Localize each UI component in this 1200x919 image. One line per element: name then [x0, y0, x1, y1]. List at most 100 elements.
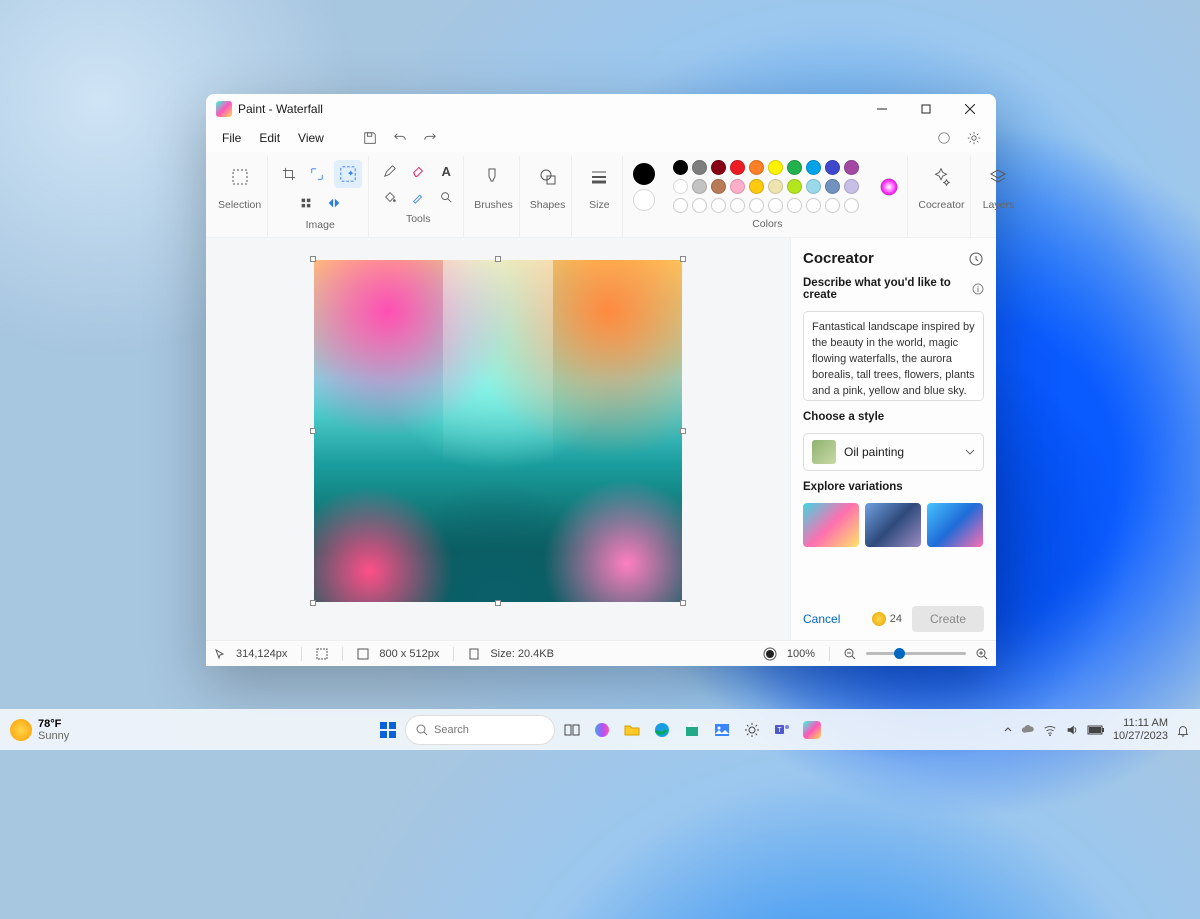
- crop-tool[interactable]: [278, 163, 300, 185]
- color-picker-tool[interactable]: [407, 186, 429, 208]
- variation-thumb[interactable]: [927, 503, 983, 547]
- copilot-icon[interactable]: [930, 124, 958, 152]
- resize-handle[interactable]: [680, 256, 686, 262]
- color-swatch[interactable]: [806, 198, 821, 213]
- taskbar[interactable]: 78°F Sunny Search T 11:11 AM 10/27/2023: [0, 709, 1200, 750]
- resize-handle[interactable]: [495, 256, 501, 262]
- explorer-icon[interactable]: [619, 717, 645, 743]
- select-tool[interactable]: [223, 160, 257, 194]
- undo-icon[interactable]: [386, 124, 414, 152]
- resize-handle[interactable]: [310, 428, 316, 434]
- color-swatch[interactable]: [730, 160, 745, 175]
- window-close-button[interactable]: [948, 94, 992, 124]
- color-swatch[interactable]: [806, 160, 821, 175]
- canvas-pane[interactable]: [206, 238, 790, 640]
- taskview-icon[interactable]: [559, 717, 585, 743]
- create-button[interactable]: Create: [912, 606, 984, 632]
- flip-tool[interactable]: [323, 192, 345, 214]
- resize-handle[interactable]: [310, 600, 316, 606]
- wifi-icon[interactable]: [1043, 723, 1057, 737]
- taskbar-search[interactable]: Search: [405, 715, 555, 745]
- magnifier-tool[interactable]: [435, 186, 457, 208]
- prompt-input[interactable]: [803, 311, 984, 401]
- color-swatch[interactable]: [768, 179, 783, 194]
- resize-handle[interactable]: [495, 600, 501, 606]
- menu-view[interactable]: View: [290, 127, 332, 149]
- color-swatch[interactable]: [673, 198, 688, 213]
- color-secondary[interactable]: [633, 189, 655, 211]
- variation-thumb[interactable]: [803, 503, 859, 547]
- shapes-tool[interactable]: [531, 160, 565, 194]
- window-maximize-button[interactable]: [904, 94, 948, 124]
- battery-icon[interactable]: [1087, 724, 1105, 736]
- copilot-taskbar-icon[interactable]: [589, 717, 615, 743]
- color-swatch[interactable]: [825, 160, 840, 175]
- color-swatch[interactable]: [711, 179, 726, 194]
- paint-taskbar-icon[interactable]: [799, 717, 825, 743]
- color-swatch[interactable]: [730, 198, 745, 213]
- settings-taskbar-icon[interactable]: [739, 717, 765, 743]
- history-icon[interactable]: [968, 251, 984, 267]
- color-swatch[interactable]: [711, 198, 726, 213]
- text-tool[interactable]: A: [435, 160, 457, 182]
- color-swatch[interactable]: [749, 198, 764, 213]
- zoom-slider[interactable]: [866, 652, 966, 655]
- color-swatch[interactable]: [692, 160, 707, 175]
- canvas-image[interactable]: [314, 260, 682, 602]
- start-button[interactable]: [375, 717, 401, 743]
- cancel-button[interactable]: Cancel: [803, 612, 840, 626]
- color-swatch[interactable]: [749, 160, 764, 175]
- color-swatch[interactable]: [806, 179, 821, 194]
- taskbar-weather[interactable]: 78°F Sunny: [10, 718, 69, 742]
- brushes-tool[interactable]: [476, 160, 510, 194]
- image-generate-tool[interactable]: [334, 160, 362, 188]
- photos-icon[interactable]: [709, 717, 735, 743]
- zoom-in-icon[interactable]: [976, 648, 988, 660]
- size-tool[interactable]: [582, 160, 616, 194]
- color-swatch[interactable]: [673, 179, 688, 194]
- variation-thumb[interactable]: [865, 503, 921, 547]
- color-swatch[interactable]: [844, 198, 859, 213]
- menu-edit[interactable]: Edit: [251, 127, 288, 149]
- settings-icon[interactable]: [960, 124, 988, 152]
- edit-colors-button[interactable]: [877, 175, 901, 199]
- color-swatch[interactable]: [844, 179, 859, 194]
- layers-button[interactable]: [981, 160, 1015, 194]
- edge-icon[interactable]: [649, 717, 675, 743]
- cocreator-button[interactable]: [924, 160, 958, 194]
- info-icon[interactable]: i: [972, 283, 984, 295]
- volume-icon[interactable]: [1065, 723, 1079, 737]
- rotate-tool[interactable]: [295, 192, 317, 214]
- color-swatch[interactable]: [825, 179, 840, 194]
- fill-tool[interactable]: [379, 186, 401, 208]
- style-select[interactable]: Oil painting: [803, 433, 984, 471]
- resize-handle[interactable]: [680, 600, 686, 606]
- color-swatch[interactable]: [787, 179, 802, 194]
- tray-chevron-icon[interactable]: [1003, 725, 1013, 735]
- color-swatch[interactable]: [787, 160, 802, 175]
- color-swatch[interactable]: [692, 198, 707, 213]
- store-icon[interactable]: [679, 717, 705, 743]
- resize-handle[interactable]: [680, 428, 686, 434]
- save-icon[interactable]: [356, 124, 384, 152]
- color-swatch[interactable]: [673, 160, 688, 175]
- system-tray[interactable]: 11:11 AM 10/27/2023: [1003, 717, 1190, 741]
- color-swatch[interactable]: [844, 160, 859, 175]
- color-swatch[interactable]: [787, 198, 802, 213]
- titlebar[interactable]: Paint - Waterfall: [206, 94, 996, 124]
- color-swatch[interactable]: [692, 179, 707, 194]
- color-swatch[interactable]: [768, 198, 783, 213]
- color-primary[interactable]: [633, 163, 655, 185]
- color-swatch[interactable]: [825, 198, 840, 213]
- color-swatch[interactable]: [768, 160, 783, 175]
- onedrive-icon[interactable]: [1021, 723, 1035, 737]
- menu-file[interactable]: File: [214, 127, 249, 149]
- window-minimize-button[interactable]: [860, 94, 904, 124]
- notifications-icon[interactable]: [1176, 723, 1190, 737]
- zoom-slider-knob[interactable]: [894, 648, 905, 659]
- redo-icon[interactable]: [416, 124, 444, 152]
- pencil-tool[interactable]: [379, 160, 401, 182]
- taskbar-clock[interactable]: 11:11 AM 10/27/2023: [1113, 717, 1168, 741]
- resize-handle[interactable]: [310, 256, 316, 262]
- background-toggle-icon[interactable]: [763, 647, 777, 661]
